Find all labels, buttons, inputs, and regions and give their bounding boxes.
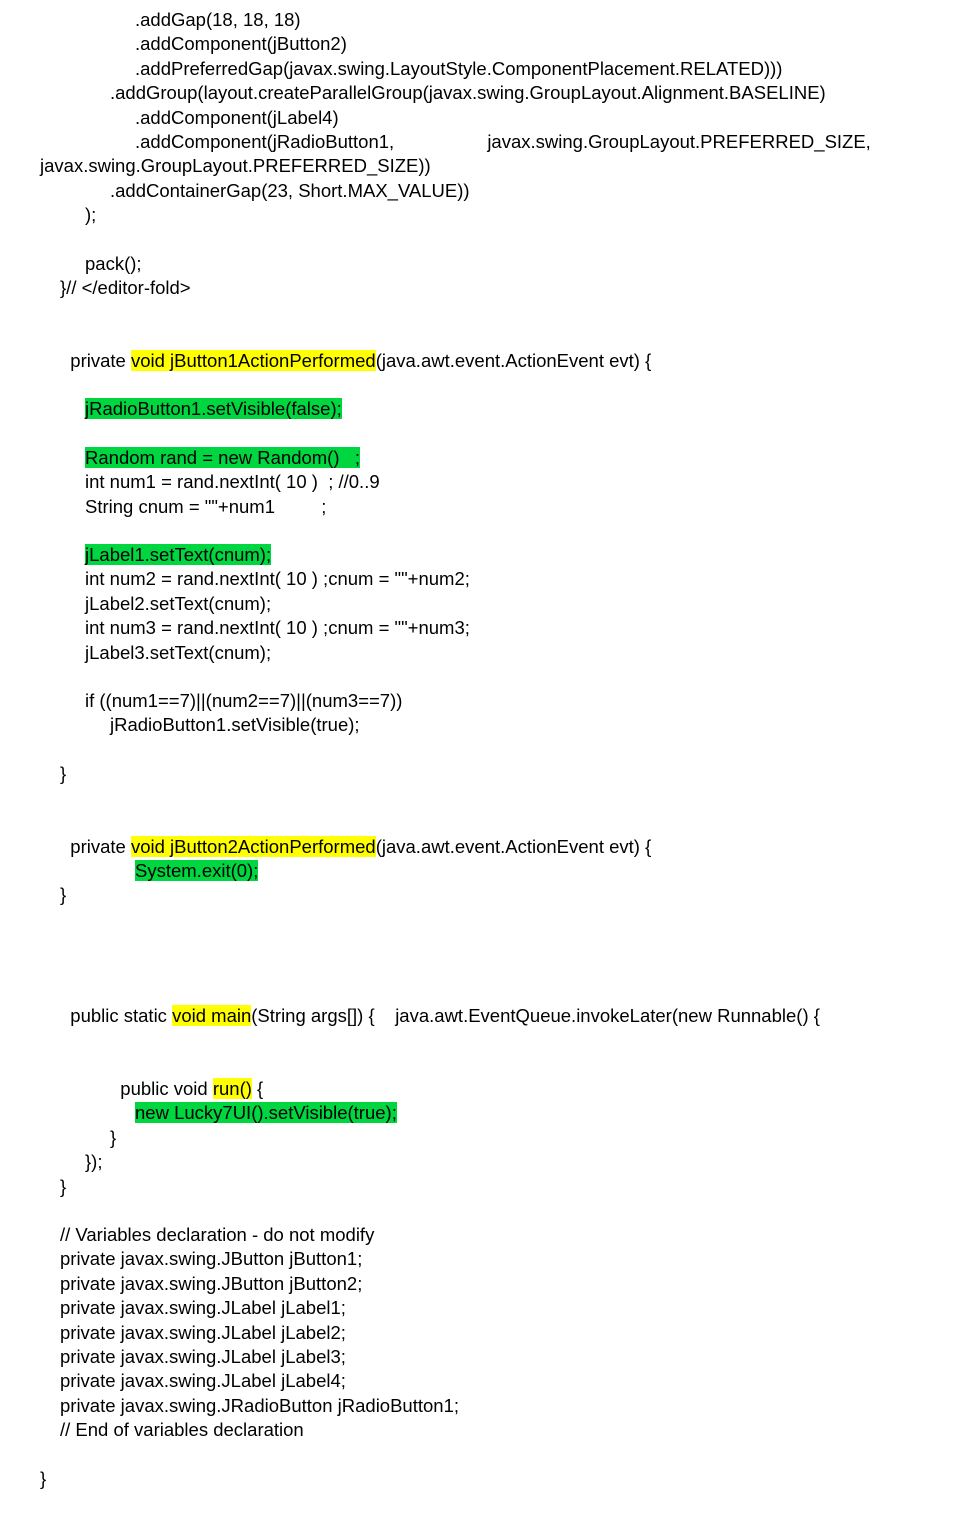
code-line: } <box>40 762 960 786</box>
code-line: private javax.swing.JButton jButton2; <box>40 1272 960 1296</box>
code-line: private javax.swing.JRadioButton jRadioB… <box>40 1394 960 1418</box>
code-line: System.exit(0); <box>40 859 960 883</box>
highlight-green: new Lucky7UI().setVisible(true); <box>135 1102 397 1123</box>
code-line: if ((num1==7)||(num2==7)||(num3==7)) <box>40 689 960 713</box>
code-line: jLabel2.setText(cnum); <box>40 592 960 616</box>
code-fragment: (String args[]) { java.awt.EventQueue.in… <box>251 1005 820 1026</box>
highlight-green: Random rand = new Random() ; <box>85 447 360 468</box>
code-fragment: (java.awt.event.ActionEvent evt) { <box>376 836 652 857</box>
code-line: Random rand = new Random() ; <box>40 446 960 470</box>
code-line: javax.swing.GroupLayout.PREFERRED_SIZE)) <box>40 154 960 178</box>
code-line: int num1 = rand.nextInt( 10 ) ; //0..9 <box>40 470 960 494</box>
code-line: private javax.swing.JButton jButton1; <box>40 1247 960 1271</box>
code-line: .addPreferredGap(javax.swing.LayoutStyle… <box>40 57 960 81</box>
highlight-yellow: void jButton2ActionPerformed <box>131 836 376 857</box>
code-line: jRadioButton1.setVisible(false); <box>40 397 960 421</box>
code-line: } <box>40 1175 960 1199</box>
code-line: private javax.swing.JLabel jLabel2; <box>40 1321 960 1345</box>
code-fragment: .addComponent(jRadioButton1, <box>40 130 394 154</box>
highlight-yellow: void main <box>172 1005 251 1026</box>
code-line: .addComponent(jRadioButton1, javax.swing… <box>40 130 960 154</box>
code-line: pack(); <box>40 252 960 276</box>
code-line: } <box>40 1467 960 1491</box>
code-line: // End of variables declaration <box>40 1418 960 1442</box>
code-fragment: (java.awt.event.ActionEvent evt) { <box>376 350 652 371</box>
code-fragment: { <box>252 1078 263 1099</box>
code-line: }); <box>40 1150 960 1174</box>
highlight-yellow: run() <box>213 1078 252 1099</box>
code-line: String cnum = ""+num1 ; <box>40 495 960 519</box>
code-line: int num2 = rand.nextInt( 10 ) ;cnum = ""… <box>40 567 960 591</box>
code-line: .addComponent(jLabel4) <box>40 106 960 130</box>
code-fragment: public static <box>70 1005 172 1026</box>
highlight-green: jLabel1.setText(cnum); <box>85 544 271 565</box>
code-line: private javax.swing.JLabel jLabel4; <box>40 1369 960 1393</box>
code-line: private void jButton1ActionPerformed(jav… <box>40 324 960 373</box>
code-line: jRadioButton1.setVisible(true); <box>40 713 960 737</box>
code-fragment: private <box>70 350 131 371</box>
code-line: private javax.swing.JLabel jLabel3; <box>40 1345 960 1369</box>
code-line: private javax.swing.JLabel jLabel1; <box>40 1296 960 1320</box>
code-fragment: private <box>70 836 131 857</box>
code-line: .addComponent(jButton2) <box>40 32 960 56</box>
code-line: public static void main(String args[]) {… <box>40 980 960 1029</box>
code-line: }// </editor-fold> <box>40 276 960 300</box>
code-line: } <box>40 883 960 907</box>
code-line: .addGroup(layout.createParallelGroup(jav… <box>40 81 960 105</box>
highlight-yellow: void jButton1ActionPerformed <box>131 350 376 371</box>
code-line: jLabel1.setText(cnum); <box>40 543 960 567</box>
code-line: int num3 = rand.nextInt( 10 ) ;cnum = ""… <box>40 616 960 640</box>
code-line: new Lucky7UI().setVisible(true); <box>40 1101 960 1125</box>
code-line: .addGap(18, 18, 18) <box>40 8 960 32</box>
highlight-green: System.exit(0); <box>135 860 258 881</box>
code-fragment: javax.swing.GroupLayout.PREFERRED_SIZE, <box>487 130 871 154</box>
code-line: // Variables declaration - do not modify <box>40 1223 960 1247</box>
highlight-green: jRadioButton1.setVisible(false); <box>85 398 342 419</box>
code-line: ); <box>40 203 960 227</box>
code-line: private void jButton2ActionPerformed(jav… <box>40 810 960 859</box>
code-line: .addContainerGap(23, Short.MAX_VALUE)) <box>40 179 960 203</box>
code-line: } <box>40 1126 960 1150</box>
code-line: public void run() { <box>40 1053 960 1102</box>
code-line: jLabel3.setText(cnum); <box>40 641 960 665</box>
code-fragment: public void <box>120 1078 213 1099</box>
